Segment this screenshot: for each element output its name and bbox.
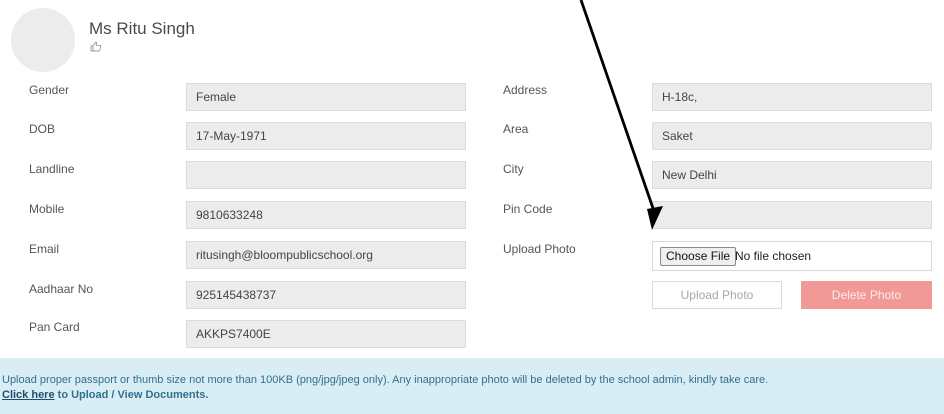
email-label: Email bbox=[29, 242, 60, 256]
address-field[interactable]: H-18c, bbox=[652, 83, 932, 111]
choose-file-button[interactable]: Choose File bbox=[660, 247, 737, 266]
pin-code-label: Pin Code bbox=[503, 202, 553, 216]
click-here-link[interactable]: Click here bbox=[2, 389, 55, 401]
upload-photo-button[interactable]: Upload Photo bbox=[652, 281, 782, 309]
thumbs-up-icon[interactable] bbox=[90, 41, 102, 52]
notice-text: Upload proper passport or thumb size not… bbox=[2, 374, 769, 386]
pan-card-label: Pan Card bbox=[29, 320, 80, 334]
gender-field[interactable]: Female bbox=[186, 83, 466, 111]
pan-card-field[interactable]: AKKPS7400E bbox=[186, 320, 466, 348]
area-field[interactable]: Saket bbox=[652, 122, 932, 150]
dob-label: DOB bbox=[29, 122, 56, 136]
mobile-field[interactable]: 9810633248 bbox=[186, 201, 466, 229]
landline-field[interactable] bbox=[186, 161, 466, 189]
notice-link-line: Click here to Upload / View Documents. bbox=[2, 388, 944, 403]
area-label: Area bbox=[503, 122, 529, 136]
info-notice: Upload proper passport or thumb size not… bbox=[0, 358, 944, 414]
city-field[interactable]: New Delhi bbox=[652, 161, 932, 189]
upload-photo-label: Upload Photo bbox=[503, 242, 576, 256]
pin-code-field[interactable] bbox=[652, 201, 932, 229]
landline-label: Landline bbox=[29, 162, 75, 176]
email-field[interactable]: ritusingh@bloompublicschool.org bbox=[186, 241, 466, 269]
delete-photo-button[interactable]: Delete Photo bbox=[801, 281, 932, 309]
aadhaar-field[interactable]: 925145438737 bbox=[186, 281, 466, 309]
city-label: City bbox=[503, 162, 524, 176]
aadhaar-label: Aadhaar No bbox=[29, 282, 94, 296]
file-input[interactable]: Choose File No file chosen bbox=[652, 241, 932, 271]
gender-label: Gender bbox=[29, 83, 70, 97]
dob-field[interactable]: 17-May-1971 bbox=[186, 122, 466, 150]
mobile-label: Mobile bbox=[29, 202, 65, 216]
notice-link-suffix: to Upload / View Documents. bbox=[54, 389, 209, 401]
profile-name: Ms Ritu Singh bbox=[89, 19, 195, 38]
address-label: Address bbox=[503, 83, 548, 97]
file-status-text: No file chosen bbox=[735, 249, 812, 263]
avatar bbox=[11, 8, 75, 72]
